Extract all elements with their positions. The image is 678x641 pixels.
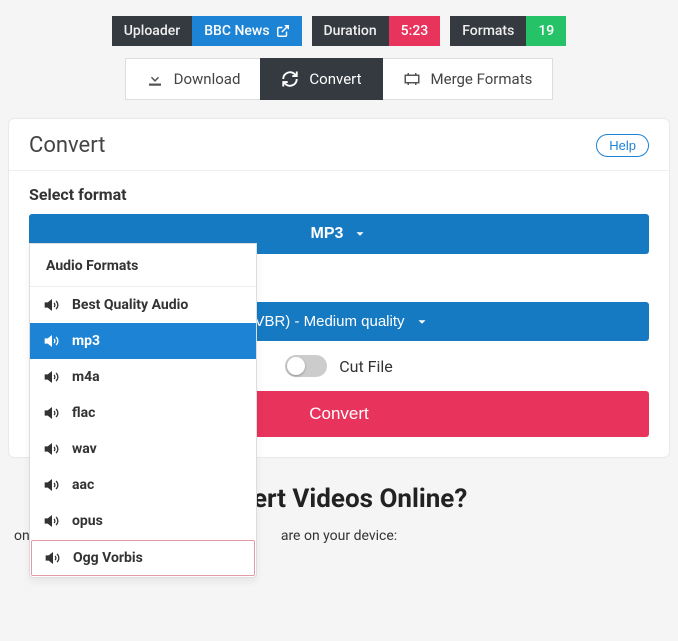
external-link-icon — [276, 24, 290, 38]
subline-text: are on your device: — [281, 528, 397, 544]
chevron-down-icon — [353, 227, 367, 241]
merge-icon — [403, 70, 421, 88]
dropdown-item-label: Ogg Vorbis — [73, 550, 143, 566]
card-title: Convert — [29, 133, 105, 158]
card-header: Convert Help — [9, 119, 669, 171]
download-icon — [146, 70, 164, 88]
card-body: Select format MP3 (VBR) - Medium quality… — [9, 171, 669, 457]
duration-value: 5:23 — [389, 16, 441, 46]
cut-file-label: Cut File — [339, 357, 393, 376]
dropdown-item-m4a[interactable]: m4a — [30, 359, 256, 395]
audio-icon — [44, 333, 60, 349]
formats-badge: Formats 19 — [450, 16, 566, 46]
dropdown-item-aac[interactable]: aac — [30, 467, 256, 503]
audio-icon — [44, 441, 60, 457]
formats-label: Formats — [450, 16, 526, 46]
tab-download[interactable]: Download — [125, 58, 261, 100]
dropdown-item-label: aac — [72, 477, 94, 493]
format-dropdown: Audio Formats Best Quality Audio mp3 m4a fl… — [29, 243, 257, 578]
audio-icon — [44, 477, 60, 493]
uploader-label: Uploader — [112, 16, 192, 46]
dropdown-item-ogg-vorbis[interactable]: Ogg Vorbis — [31, 540, 255, 576]
main-tabs: Download Convert Merge Formats — [0, 58, 678, 118]
tab-convert-label: Convert — [309, 70, 361, 88]
tab-merge[interactable]: Merge Formats — [383, 58, 554, 100]
dropdown-header: Audio Formats — [30, 244, 256, 287]
dropdown-item-flac[interactable]: flac — [30, 395, 256, 431]
duration-badge: Duration 5:23 — [312, 16, 441, 46]
dropdown-item-label: flac — [72, 405, 95, 421]
tab-merge-label: Merge Formats — [431, 70, 533, 88]
audio-icon — [44, 513, 60, 529]
uploader-value-text: BBC News — [204, 23, 269, 39]
audio-icon — [44, 297, 60, 313]
audio-icon — [44, 369, 60, 385]
audio-icon — [45, 550, 61, 566]
convert-card: Convert Help Select format MP3 (VBR) - M… — [8, 118, 670, 458]
select-format-label: Select format — [29, 185, 649, 204]
formats-value: 19 — [526, 16, 566, 46]
dropdown-item-label: wav — [72, 441, 97, 457]
dropdown-item-label: m4a — [72, 369, 100, 385]
tab-convert[interactable]: Convert — [260, 58, 382, 100]
dropdown-item-label: Best Quality Audio — [72, 297, 188, 313]
chevron-down-icon — [415, 315, 429, 329]
cut-file-toggle[interactable] — [285, 355, 327, 377]
format-selected-text: MP3 — [311, 225, 344, 243]
quality-selected-text: (VBR) - Medium quality — [249, 313, 404, 330]
dropdown-item-mp3[interactable]: mp3 — [30, 323, 256, 359]
uploader-badge: Uploader BBC News — [112, 16, 302, 46]
dropdown-item-wav[interactable]: wav — [30, 431, 256, 467]
dropdown-item-label: opus — [72, 513, 103, 529]
info-badges: Uploader BBC News Duration 5:23 Formats … — [0, 0, 678, 58]
audio-icon — [44, 405, 60, 421]
uploader-value-link[interactable]: BBC News — [192, 16, 301, 46]
dropdown-item-opus[interactable]: opus — [30, 503, 256, 539]
duration-label: Duration — [312, 16, 389, 46]
dropdown-item-label: mp3 — [72, 333, 100, 349]
dropdown-item-best-quality-audio[interactable]: Best Quality Audio — [30, 287, 256, 323]
help-button[interactable]: Help — [596, 134, 649, 157]
tab-download-label: Download — [174, 70, 241, 88]
subline-prefix: on — [14, 528, 30, 544]
refresh-icon — [281, 70, 299, 88]
